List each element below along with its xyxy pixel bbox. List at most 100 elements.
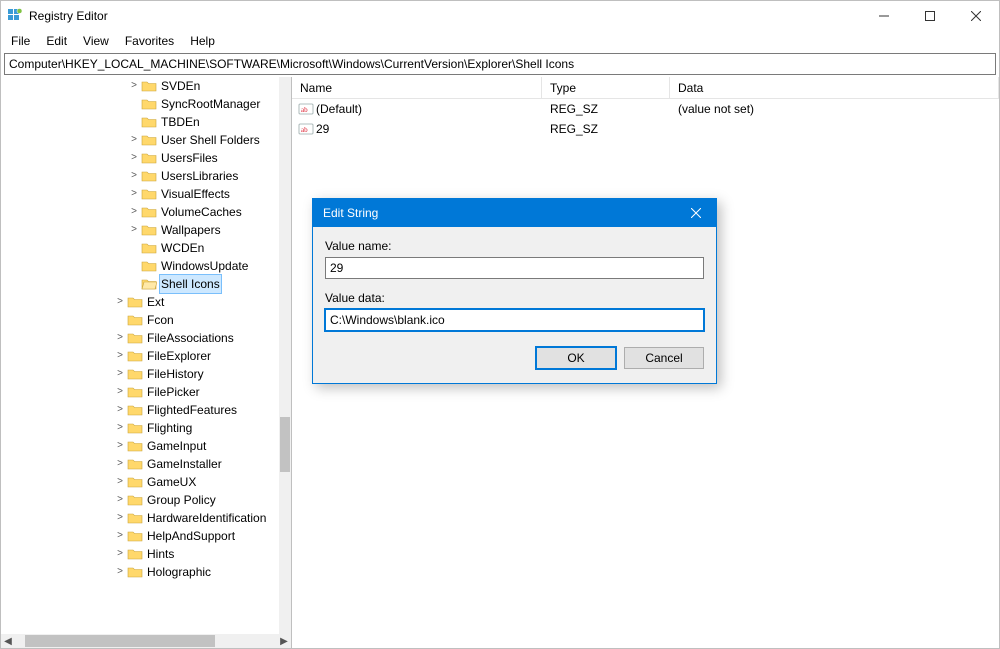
expand-toggle-icon[interactable]: >	[113, 293, 127, 311]
registry-tree[interactable]: > SVDEnSyncRootManagerTBDEn>User Shell Fo…	[1, 77, 279, 581]
folder-icon	[141, 204, 157, 220]
value-data-input[interactable]	[325, 309, 704, 331]
expand-toggle-icon[interactable]: >	[113, 419, 127, 437]
expand-toggle-icon[interactable]: >	[127, 77, 141, 95]
tree-item[interactable]: >GameInstaller	[1, 455, 279, 473]
folder-icon	[141, 186, 157, 202]
expand-toggle-icon[interactable]: >	[113, 365, 127, 383]
tree-item[interactable]: Fcon	[1, 311, 279, 329]
svg-text:ab: ab	[301, 126, 308, 134]
expand-toggle-icon[interactable]: >	[113, 509, 127, 527]
tree-item[interactable]: WindowsUpdate	[1, 257, 279, 275]
menu-view[interactable]: View	[77, 32, 115, 50]
expand-toggle-icon[interactable]: >	[113, 491, 127, 509]
folder-icon	[141, 114, 157, 130]
tree-item[interactable]: >Holographic	[1, 563, 279, 581]
column-type[interactable]: Type	[542, 77, 670, 98]
expand-toggle-icon[interactable]: >	[127, 221, 141, 239]
svg-text:ab: ab	[301, 106, 308, 114]
tree-item[interactable]: >FileAssociations	[1, 329, 279, 347]
address-bar[interactable]: Computer\HKEY_LOCAL_MACHINE\SOFTWARE\Mic…	[4, 53, 996, 75]
tree-item[interactable]: >FileHistory	[1, 365, 279, 383]
maximize-button[interactable]	[907, 1, 953, 31]
tree-item[interactable]: > UsersFiles	[1, 149, 279, 167]
tree-item-label: UsersFiles	[159, 149, 220, 167]
expand-toggle-icon[interactable]: >	[127, 185, 141, 203]
dialog-close-button[interactable]	[676, 199, 716, 227]
column-name[interactable]: Name	[292, 77, 542, 98]
menu-favorites[interactable]: Favorites	[119, 32, 180, 50]
minimize-button[interactable]	[861, 1, 907, 31]
tree-item[interactable]: > SVDEn	[1, 77, 279, 95]
tree-item[interactable]: >GameInput	[1, 437, 279, 455]
expand-toggle-icon[interactable]: >	[113, 401, 127, 419]
tree-item[interactable]: >HardwareIdentification	[1, 509, 279, 527]
tree-vertical-scrollbar[interactable]	[279, 77, 291, 634]
value-row[interactable]: ab29REG_SZ	[292, 119, 999, 139]
menu-edit[interactable]: Edit	[40, 32, 73, 50]
menu-file[interactable]: File	[5, 32, 36, 50]
tree-item[interactable]: >FilePicker	[1, 383, 279, 401]
folder-icon	[141, 258, 157, 274]
folder-icon	[127, 402, 143, 418]
dialog-titlebar[interactable]: Edit String	[313, 199, 716, 227]
tree-item[interactable]: >Wallpapers	[1, 221, 279, 239]
value-row[interactable]: ab(Default)REG_SZ(value not set)	[292, 99, 999, 119]
tree-item[interactable]: >UsersLibraries	[1, 167, 279, 185]
expand-toggle-icon[interactable]: >	[113, 347, 127, 365]
expand-toggle-icon[interactable]: >	[113, 527, 127, 545]
tree-item-label: Ext	[145, 293, 166, 311]
folder-icon	[127, 420, 143, 436]
scroll-right-icon[interactable]: ▶	[277, 634, 291, 648]
ok-button[interactable]: OK	[536, 347, 616, 369]
tree-item[interactable]: WCDEn	[1, 239, 279, 257]
expand-toggle-icon[interactable]: >	[113, 545, 127, 563]
menu-help[interactable]: Help	[184, 32, 221, 50]
tree-horizontal-scrollbar[interactable]: ◀ ▶	[1, 634, 291, 648]
close-button[interactable]	[953, 1, 999, 31]
expand-toggle-icon[interactable]: >	[127, 131, 141, 149]
tree-item[interactable]: > Ext	[1, 293, 279, 311]
tree-item[interactable]: > FileExplorer	[1, 347, 279, 365]
tree-item-label: FileExplorer	[145, 347, 213, 365]
scroll-left-icon[interactable]: ◀	[1, 634, 15, 648]
folder-icon	[141, 96, 157, 112]
value-type: REG_SZ	[542, 102, 670, 116]
scrollbar-thumb[interactable]	[25, 635, 215, 647]
reg-string-icon: ab	[298, 121, 314, 137]
expand-toggle-icon[interactable]: >	[127, 167, 141, 185]
tree-item[interactable]: >GameUX	[1, 473, 279, 491]
tree-item[interactable]: >FlightedFeatures	[1, 401, 279, 419]
scrollbar-thumb[interactable]	[280, 417, 290, 472]
menubar: FileEditViewFavoritesHelp	[1, 31, 999, 51]
tree-item[interactable]: >User Shell Folders	[1, 131, 279, 149]
folder-icon	[141, 240, 157, 256]
folder-icon	[127, 474, 143, 490]
tree-item[interactable]: > VisualEffects	[1, 185, 279, 203]
tree-item[interactable]: >Flighting	[1, 419, 279, 437]
expand-toggle-icon[interactable]: >	[113, 455, 127, 473]
address-text: Computer\HKEY_LOCAL_MACHINE\SOFTWARE\Mic…	[9, 57, 574, 71]
tree-item[interactable]: >VolumeCaches	[1, 203, 279, 221]
expand-toggle-icon[interactable]: >	[127, 203, 141, 221]
value-name-input[interactable]	[325, 257, 704, 279]
folder-icon	[127, 330, 143, 346]
expand-toggle-icon[interactable]: >	[113, 473, 127, 491]
expand-toggle-icon[interactable]: >	[127, 149, 141, 167]
tree-item[interactable]: SyncRootManager	[1, 95, 279, 113]
column-data[interactable]: Data	[670, 77, 999, 98]
tree-item[interactable]: TBDEn	[1, 113, 279, 131]
expand-toggle-icon[interactable]: >	[113, 383, 127, 401]
tree-item-label: VisualEffects	[159, 185, 232, 203]
expand-toggle-icon[interactable]: >	[113, 563, 127, 581]
cancel-button[interactable]: Cancel	[624, 347, 704, 369]
tree-item[interactable]: Shell Icons	[1, 275, 279, 293]
tree-item[interactable]: >Group Policy	[1, 491, 279, 509]
folder-icon	[127, 384, 143, 400]
tree-item[interactable]: >HelpAndSupport	[1, 527, 279, 545]
folder-icon	[141, 276, 157, 292]
expand-toggle-icon[interactable]: >	[113, 329, 127, 347]
tree-item[interactable]: >Hints	[1, 545, 279, 563]
expand-toggle-icon[interactable]: >	[113, 437, 127, 455]
tree-item-label: SVDEn	[159, 77, 202, 95]
